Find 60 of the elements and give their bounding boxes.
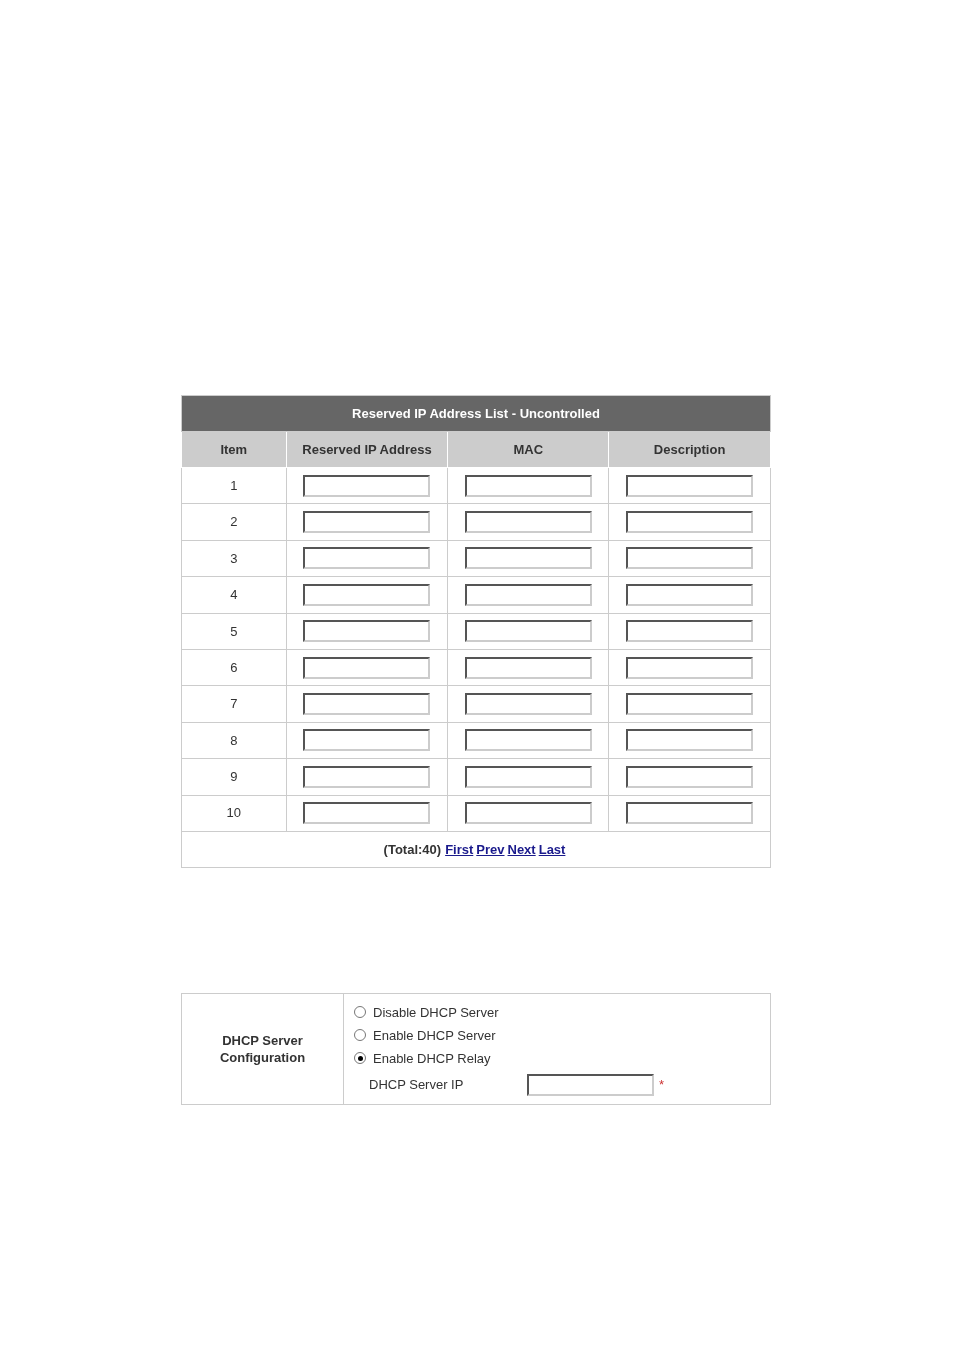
input-field[interactable] [303, 511, 431, 534]
input-field[interactable] [464, 547, 592, 570]
pager-link[interactable]: Next [507, 841, 536, 857]
input-field[interactable] [464, 729, 592, 752]
input-field[interactable] [464, 511, 592, 534]
pager-link[interactable]: Prev [476, 841, 505, 857]
column-header: Item [181, 431, 287, 468]
input-field[interactable] [626, 765, 754, 788]
input-field[interactable] [464, 765, 592, 788]
input-field[interactable] [626, 474, 754, 497]
input-field[interactable] [303, 802, 431, 825]
input-field[interactable] [303, 620, 431, 643]
input-field[interactable] [303, 693, 431, 716]
field-label: DHCP Server IP [369, 1076, 465, 1095]
table-cell: 7 [181, 685, 287, 723]
input-field[interactable] [527, 1073, 654, 1096]
column-header: MAC [447, 431, 609, 468]
pager-link[interactable]: First [445, 841, 474, 857]
table-cell: 1 [181, 467, 287, 504]
table-cell: 5 [181, 613, 287, 650]
radio-label: Enable DHCP Server [373, 1026, 496, 1045]
column-header: Description [608, 431, 771, 468]
table-cell: 9 [181, 758, 287, 795]
radio-button[interactable] [354, 1052, 366, 1065]
input-field[interactable] [464, 656, 592, 679]
input-field[interactable] [303, 656, 431, 679]
input-field[interactable] [464, 802, 592, 825]
row-label: DHCP Server Configuration [218, 1031, 307, 1066]
table-cell: 10 [181, 795, 287, 832]
input-field[interactable] [303, 583, 431, 606]
radio-button[interactable] [354, 1006, 366, 1019]
input-field[interactable] [626, 656, 754, 679]
column-header: Reserved IP Address [286, 431, 448, 468]
table-cell: 2 [181, 503, 287, 541]
table-title: Reserved IP Address List - Uncontrolled [181, 395, 771, 432]
input-field[interactable] [626, 511, 754, 534]
input-field[interactable] [303, 765, 431, 788]
radio-button[interactable] [354, 1029, 366, 1042]
input-field[interactable] [464, 583, 592, 606]
input-field[interactable] [626, 802, 754, 825]
input-field[interactable] [464, 693, 592, 716]
table-cell: 6 [181, 649, 287, 686]
input-field[interactable] [626, 583, 754, 606]
table-cell: 3 [181, 540, 287, 577]
input-field[interactable] [464, 474, 592, 497]
input-field[interactable] [626, 620, 754, 643]
radio-label: Disable DHCP Server [373, 1003, 499, 1022]
input-field[interactable] [626, 547, 754, 570]
table-cell: 8 [181, 722, 287, 759]
table-cell: 4 [181, 576, 287, 614]
input-field[interactable] [303, 547, 431, 570]
input-field[interactable] [303, 729, 431, 752]
total-count: (Total:40) [383, 841, 442, 857]
input-field[interactable] [303, 474, 431, 497]
input-field[interactable] [626, 729, 754, 752]
pager-link[interactable]: Last [538, 841, 566, 857]
radio-label: Enable DHCP Relay [373, 1049, 491, 1068]
input-field[interactable] [626, 693, 754, 716]
input-field[interactable] [464, 620, 592, 643]
required-mark: * [659, 1076, 665, 1095]
